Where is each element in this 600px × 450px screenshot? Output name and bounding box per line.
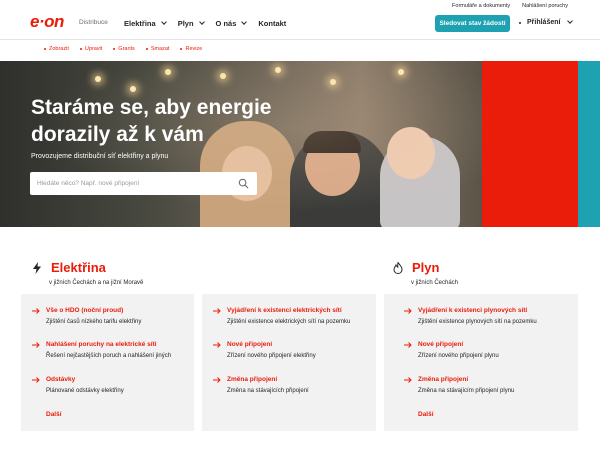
item-desc: Změna na stávajících připojení xyxy=(227,388,309,394)
site-header: e·on Distribuce Elektřina Plyn O nás Kon… xyxy=(0,0,600,40)
nav-label: Elektřina xyxy=(124,19,156,28)
report-fault-link[interactable]: Nahlášení poruchy xyxy=(522,3,568,9)
chevron-down-icon xyxy=(160,19,167,25)
forms-link[interactable]: Formuláře a dokumenty xyxy=(452,3,510,9)
hero-title: Staráme se, aby energie dorazily až k vá… xyxy=(31,96,272,146)
link-change-connection[interactable]: Změna připojení xyxy=(227,376,277,383)
hero-banner: Staráme se, aby energie dorazily až k vá… xyxy=(0,61,600,227)
tab-upravit[interactable]: Upravit xyxy=(79,46,102,52)
logo-subtitle: Distribuce xyxy=(79,19,108,26)
nav-label: Kontakt xyxy=(258,19,287,28)
login-menu[interactable]: Přihlášení xyxy=(519,18,574,26)
item-desc: Plánované odstávky elektřiny xyxy=(46,388,124,394)
arrow-right-icon xyxy=(32,308,40,314)
elektrina-card-1: Vše o HDO (noční proud) Zjištění časů ní… xyxy=(21,294,194,431)
eon-logo[interactable]: e·on xyxy=(30,12,64,32)
lightning-icon xyxy=(33,261,41,274)
section-subtitle: v jižních Čechách xyxy=(411,280,459,286)
admin-tabs: Zobrazit Upravit Grants Smazat Revize xyxy=(44,46,202,52)
arrow-right-icon xyxy=(213,342,221,348)
nav-o-nas[interactable]: O nás xyxy=(215,19,248,28)
item-desc: Zřízení nového připojení plynu xyxy=(418,353,499,359)
link-gas-network-existence[interactable]: Vyjádření k existenci plynových sítí xyxy=(418,307,527,314)
item-desc: Zjištění existence plynových sítí na poz… xyxy=(418,319,537,325)
nav-kontakt[interactable]: Kontakt xyxy=(258,19,286,28)
brand-teal-block xyxy=(578,61,600,227)
arrow-right-icon xyxy=(404,308,412,314)
search-input[interactable] xyxy=(37,178,227,189)
item-desc: Změna na stávajícím připojení plynu xyxy=(418,388,515,394)
arrow-right-icon xyxy=(404,342,412,348)
elektrina-header: Elektřina xyxy=(32,260,106,275)
search-icon[interactable] xyxy=(238,178,249,189)
section-title: Elektřina xyxy=(51,260,106,275)
tab-smazat[interactable]: Smazat xyxy=(145,46,169,52)
login-label: Přihlášení xyxy=(527,19,561,26)
link-gas-change-connection[interactable]: Změna připojení xyxy=(418,376,468,383)
section-subtitle: v jižních Čechách a na jižní Moravě xyxy=(49,280,144,286)
tab-revize[interactable]: Revize xyxy=(180,46,202,52)
top-links: Formuláře a dokumenty Nahlášení poruchy xyxy=(452,3,568,9)
hero-subtitle: Provozujeme distribuční síť elektřiny a … xyxy=(31,153,169,160)
bullet-icon xyxy=(519,21,521,24)
link-gas-new-connection[interactable]: Nové připojení xyxy=(418,341,463,348)
arrow-right-icon xyxy=(404,377,412,383)
nav-label: Plyn xyxy=(177,19,194,28)
chevron-down-icon xyxy=(567,18,574,24)
track-requests-button[interactable]: Sledovat stav žádostí xyxy=(435,15,510,32)
flame-icon xyxy=(393,261,403,274)
tab-grants[interactable]: Grants xyxy=(113,46,135,52)
plyn-card: Vyjádření k existenci plynových sítí Zji… xyxy=(384,294,578,431)
link-outages[interactable]: Odstávky xyxy=(46,376,75,383)
link-new-connection[interactable]: Nové připojení xyxy=(227,341,272,348)
link-network-existence[interactable]: Vyjádření k existenci elektrických sítí xyxy=(227,307,342,314)
more-link[interactable]: Další xyxy=(46,411,62,418)
item-desc: Zřízení nového připojení elektřiny xyxy=(227,353,316,359)
brand-red-block xyxy=(482,61,578,227)
section-title: Plyn xyxy=(412,260,440,275)
chevron-down-icon xyxy=(198,19,205,25)
link-report-fault[interactable]: Nahlášení poruchy na elektrické síti xyxy=(46,341,157,348)
search-box xyxy=(30,172,257,195)
item-desc: Zjištění existence elektrických sítí na … xyxy=(227,319,351,325)
arrow-right-icon xyxy=(213,377,221,383)
main-nav: Elektřina Plyn O nás Kontakt xyxy=(124,19,298,28)
nav-label: O nás xyxy=(215,19,237,28)
arrow-right-icon xyxy=(32,342,40,348)
item-desc: Zjištění časů nízkého tarifu elektřiny xyxy=(46,319,142,325)
item-desc: Řešení nejčastějších poruch a nahlášení … xyxy=(46,353,172,359)
arrow-right-icon xyxy=(32,377,40,383)
nav-plyn[interactable]: Plyn xyxy=(177,19,205,28)
arrow-right-icon xyxy=(213,308,221,314)
plyn-header: Plyn xyxy=(393,260,439,275)
tab-zobrazit[interactable]: Zobrazit xyxy=(44,46,69,52)
more-link[interactable]: Další xyxy=(418,411,434,418)
nav-elektrina[interactable]: Elektřina xyxy=(124,19,167,28)
elektrina-card-2: Vyjádření k existenci elektrických sítí … xyxy=(202,294,376,431)
link-hdo[interactable]: Vše o HDO (noční proud) xyxy=(46,307,123,314)
chevron-down-icon xyxy=(241,19,248,25)
